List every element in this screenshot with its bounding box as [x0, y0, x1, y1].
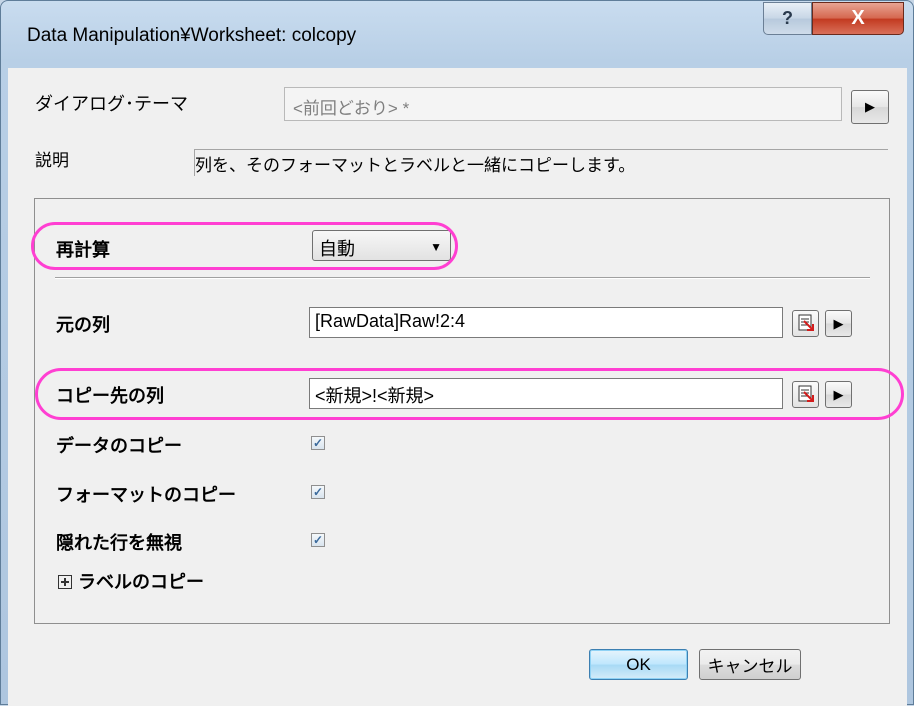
- ok-button[interactable]: OK: [589, 649, 688, 680]
- triangle-right-icon: ▶: [865, 99, 875, 114]
- description-label: 説明: [35, 151, 69, 170]
- theme-label: ダイアログ･テーマ: [35, 94, 188, 114]
- ignore-hidden-rows-checkbox[interactable]: ✓: [311, 533, 325, 547]
- source-columns-label: 元の列: [56, 315, 110, 335]
- recalculate-label: 再計算: [56, 240, 110, 260]
- theme-field[interactable]: <前回どおり> *: [284, 87, 842, 121]
- dialog-window: Data Manipulation¥Worksheet: colcopy ? X…: [0, 0, 914, 706]
- dialog-client-area: ダイアログ･テーマ <前回どおり> * ▶ 説明 列を、そのフォーマットとラベル…: [8, 68, 907, 706]
- option-label: フォーマットのコピー: [56, 485, 236, 505]
- range-select-icon: [798, 314, 814, 331]
- dropdown-arrow-icon: ▼: [430, 240, 442, 254]
- description-text: 列を、そのフォーマットとラベルと一緒にコピーします。: [194, 149, 888, 176]
- destination-columns-label: コピー先の列: [56, 386, 164, 406]
- triangle-right-icon: ▶: [833, 386, 844, 402]
- expand-icon[interactable]: [58, 575, 72, 589]
- close-button[interactable]: X: [812, 2, 904, 35]
- window-title: Data Manipulation¥Worksheet: colcopy: [27, 25, 357, 46]
- help-button[interactable]: ?: [763, 2, 812, 35]
- recalculate-value: 自動: [319, 239, 355, 259]
- destination-menu-button[interactable]: ▶: [825, 381, 852, 408]
- recalculate-dropdown[interactable]: 自動 ▼: [312, 230, 451, 261]
- label-copy-node[interactable]: ラベルのコピー: [58, 568, 204, 594]
- option-label: 隠れた行を無視: [56, 533, 182, 553]
- destination-select-button[interactable]: [792, 381, 819, 408]
- copy-format-checkbox[interactable]: ✓: [311, 485, 325, 499]
- triangle-right-icon: ▶: [833, 315, 844, 331]
- source-columns-input[interactable]: [RawData]Raw!2:4: [309, 307, 783, 338]
- settings-panel: 再計算 自動 ▼ 元の列 [RawData]Raw!2:4 ▶ コピー先の列 <…: [34, 198, 890, 624]
- option-label: データのコピー: [56, 436, 182, 456]
- separator: [55, 277, 870, 279]
- theme-menu-button[interactable]: ▶: [851, 90, 889, 124]
- label-copy-label: ラベルのコピー: [78, 572, 204, 592]
- source-menu-button[interactable]: ▶: [825, 310, 852, 337]
- destination-columns-input[interactable]: <新規>!<新規>: [309, 378, 783, 409]
- range-select-icon: [798, 385, 814, 402]
- source-select-button[interactable]: [792, 310, 819, 337]
- cancel-button[interactable]: キャンセル: [699, 649, 801, 680]
- copy-data-checkbox[interactable]: ✓: [311, 436, 325, 450]
